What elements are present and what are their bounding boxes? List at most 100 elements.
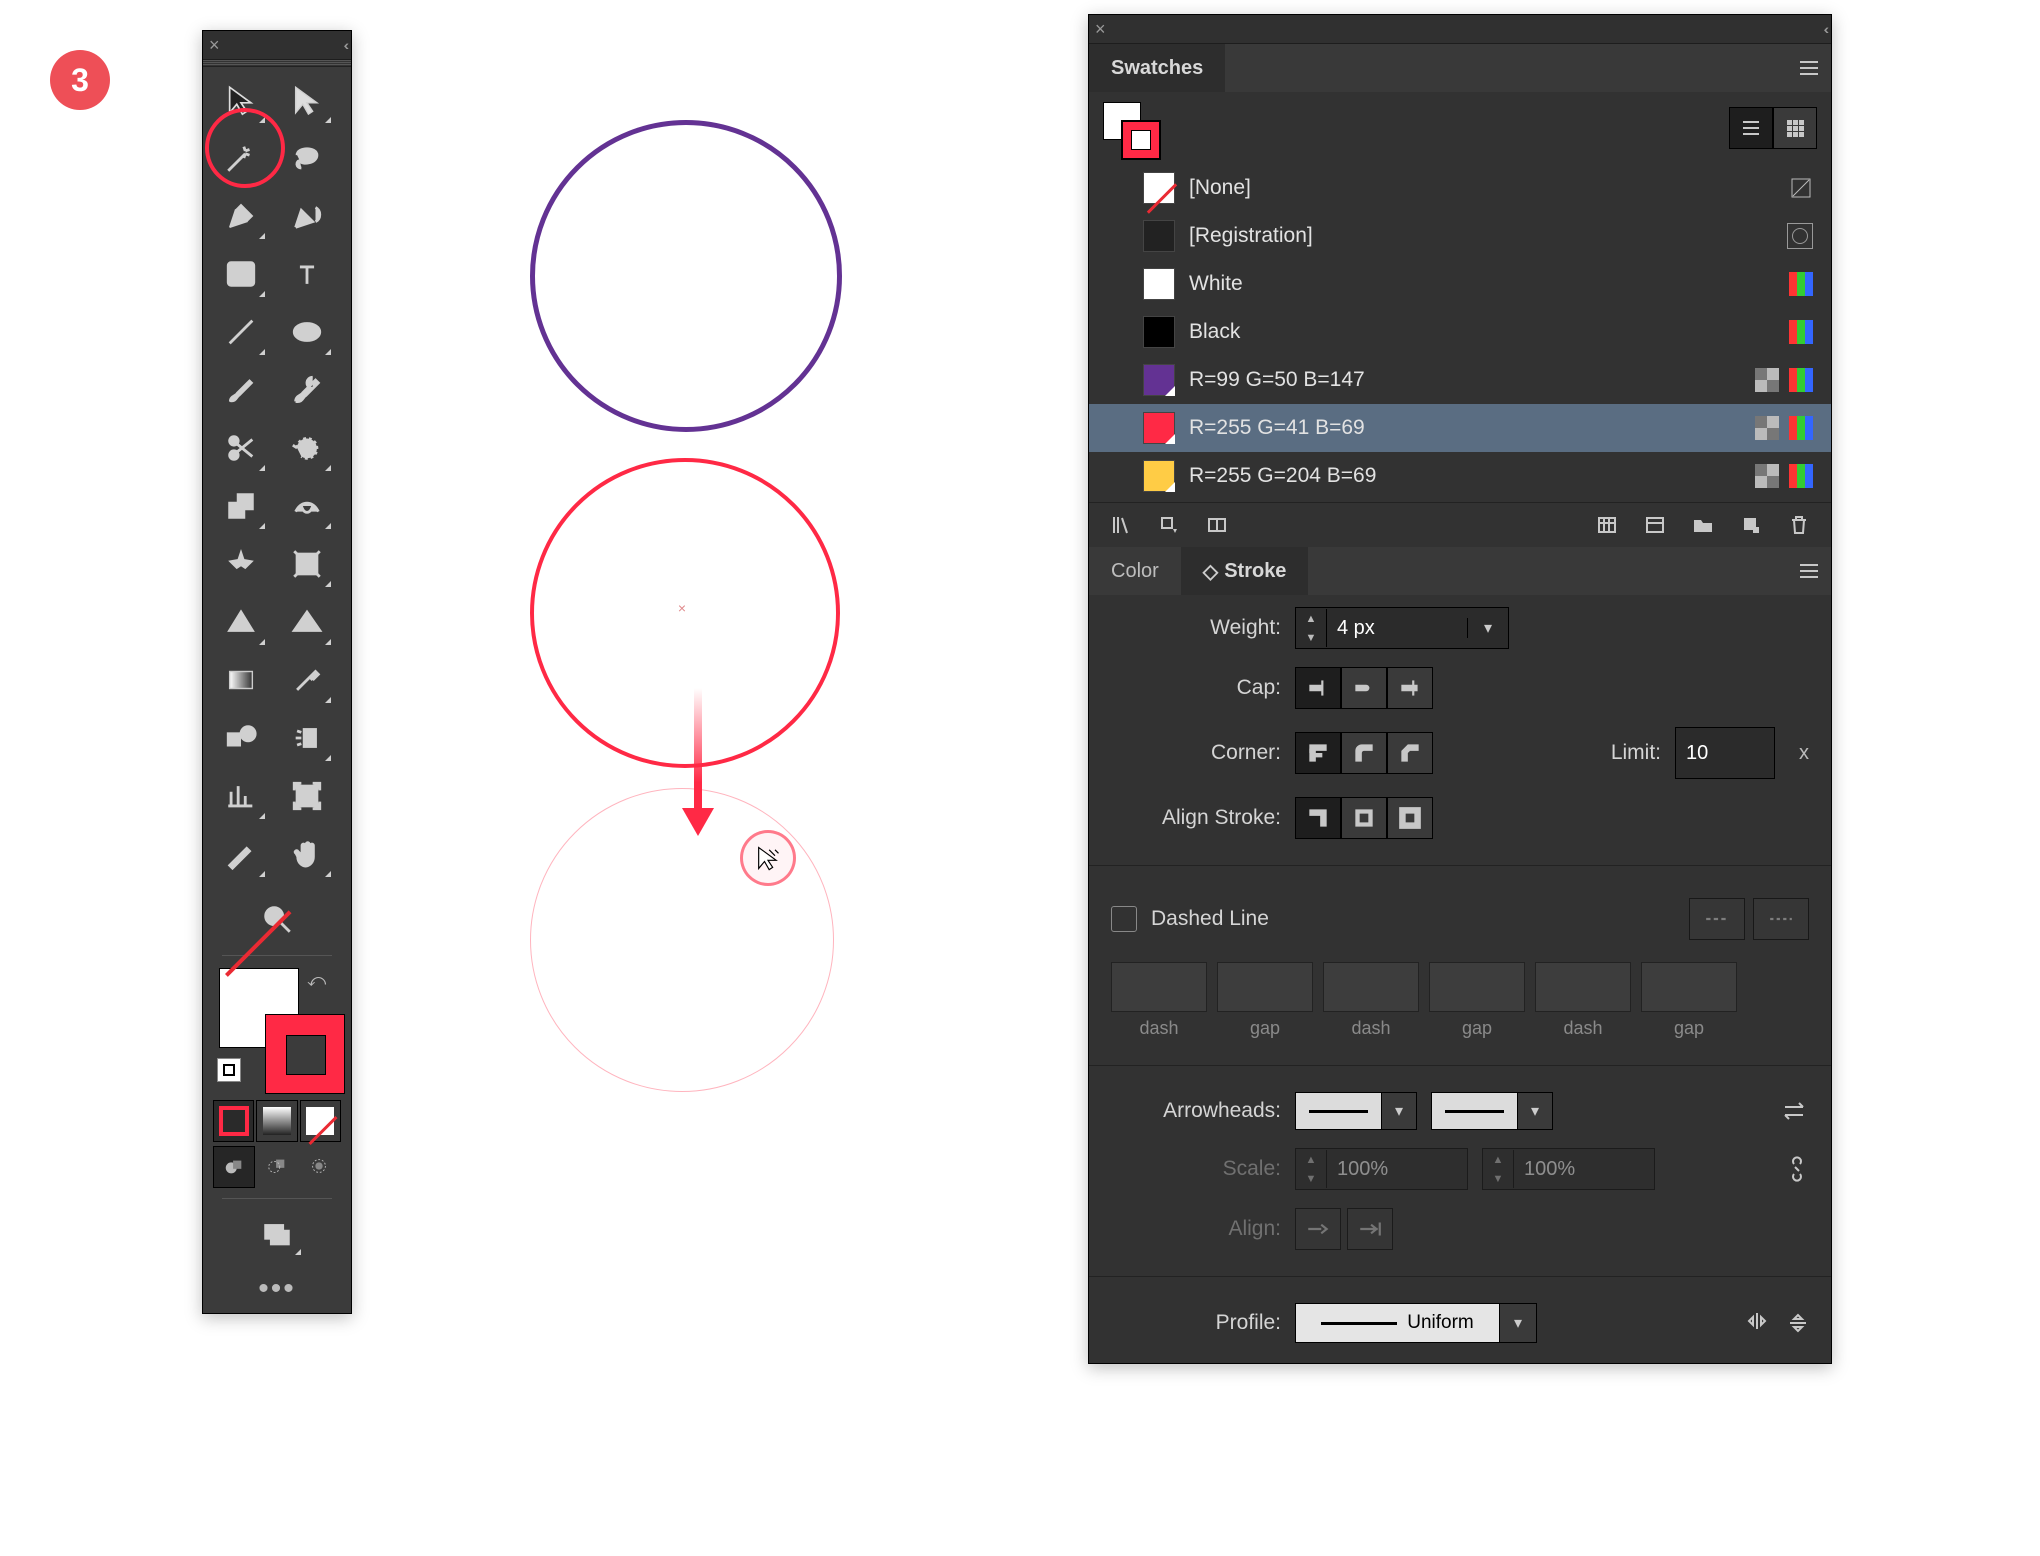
weight-stepper[interactable]: ▲▼ 4 px ▾: [1295, 607, 1509, 649]
symbol-sprayer-tool[interactable]: [277, 709, 337, 767]
corner-miter-button[interactable]: [1295, 732, 1341, 774]
dash-input[interactable]: [1323, 962, 1419, 1012]
collapse-icon[interactable]: ‹‹: [1824, 21, 1825, 37]
type-tool[interactable]: [211, 245, 271, 303]
folder-icon[interactable]: [1691, 513, 1715, 537]
swatch-options-icon[interactable]: [1205, 513, 1229, 537]
perspective-grid-tool[interactable]: [277, 593, 337, 651]
swatch-row-reg[interactable]: [Registration]: [1089, 212, 1831, 260]
shape-builder-tool[interactable]: [211, 593, 271, 651]
swatch-kind-menu-icon[interactable]: [1157, 513, 1181, 537]
default-fill-stroke-icon[interactable]: [217, 1058, 241, 1082]
curvature-tool[interactable]: [277, 187, 337, 245]
panel-menu-button[interactable]: [1787, 547, 1831, 595]
gradient-tool[interactable]: [211, 651, 271, 709]
slice-tool[interactable]: [211, 825, 271, 883]
swatch-row-red[interactable]: R=255 G=41 B=69: [1089, 404, 1831, 452]
tab-color[interactable]: Color: [1089, 547, 1181, 595]
edit-toolbar-button[interactable]: •••: [203, 1265, 351, 1313]
dash-input[interactable]: [1217, 962, 1313, 1012]
cap-projecting-button[interactable]: [1387, 667, 1433, 709]
swatch-libraries-icon[interactable]: [1109, 513, 1133, 537]
draw-behind-button[interactable]: [257, 1146, 297, 1186]
selection-tool[interactable]: [211, 71, 271, 129]
align-stroke-inside-button[interactable]: [1341, 797, 1387, 839]
swatch-row-white[interactable]: White: [1089, 260, 1831, 308]
cap-butt-button[interactable]: [1295, 667, 1341, 709]
scale-tool[interactable]: [211, 477, 271, 535]
new-color-group-icon[interactable]: [1595, 513, 1619, 537]
direct-selection-tool[interactable]: [277, 71, 337, 129]
grid-view-button[interactable]: [1773, 107, 1817, 149]
profile-combo[interactable]: Uniform ▾: [1295, 1303, 1537, 1343]
dashed-align-button[interactable]: [1753, 898, 1809, 940]
ellipse-tool[interactable]: [277, 303, 337, 361]
touch-type-tool[interactable]: [277, 245, 337, 303]
chevron-down-icon[interactable]: ▾: [1467, 618, 1508, 638]
dash-input[interactable]: [1535, 962, 1631, 1012]
close-icon[interactable]: ×: [1095, 19, 1106, 40]
width-tool[interactable]: [277, 477, 337, 535]
chevron-down-icon[interactable]: ▾: [1499, 1304, 1536, 1342]
blob-brush-tool[interactable]: [277, 361, 337, 419]
canvas-circle-0[interactable]: [530, 120, 842, 432]
arrowhead-end-combo[interactable]: ▾: [1431, 1092, 1553, 1130]
tab-swatches[interactable]: Swatches: [1089, 44, 1225, 92]
dash-input[interactable]: [1641, 962, 1737, 1012]
rotate-tool[interactable]: [277, 419, 337, 477]
pen-tool[interactable]: [211, 187, 271, 245]
swatches-fill-stroke[interactable]: [1103, 102, 1161, 154]
corner-round-button[interactable]: [1341, 732, 1387, 774]
hand-tool[interactable]: [277, 825, 337, 883]
apply-color-button[interactable]: [213, 1100, 254, 1142]
flip-across-icon[interactable]: [1787, 1310, 1809, 1336]
trash-icon[interactable]: [1787, 513, 1811, 537]
artboard-tool[interactable]: [277, 767, 337, 825]
panel-grip[interactable]: [203, 60, 351, 67]
line-tool[interactable]: [211, 303, 271, 361]
limit-input[interactable]: [1675, 727, 1775, 779]
close-icon[interactable]: ×: [209, 35, 220, 56]
zoom-tool[interactable]: [247, 891, 307, 947]
swatches-stroke-chip[interactable]: [1121, 120, 1161, 160]
swap-fill-stroke-icon[interactable]: ⤺: [307, 970, 326, 991]
dash-input[interactable]: [1111, 962, 1207, 1012]
apply-gradient-button[interactable]: [256, 1100, 297, 1142]
dashed-checkbox[interactable]: [1111, 906, 1137, 932]
arrowhead-start-combo[interactable]: ▾: [1295, 1092, 1417, 1130]
swatch-row-purple[interactable]: R=99 G=50 B=147: [1089, 356, 1831, 404]
apply-none-button[interactable]: [300, 1100, 341, 1142]
tab-stroke[interactable]: ◇Stroke: [1181, 547, 1309, 595]
align-stroke-center-button[interactable]: [1295, 797, 1341, 839]
align-stroke-outside-button[interactable]: [1387, 797, 1433, 839]
puppet-warp-tool[interactable]: [211, 535, 271, 593]
swatch-row-black[interactable]: Black: [1089, 308, 1831, 356]
stroke-swatch[interactable]: [265, 1014, 345, 1094]
lasso-tool[interactable]: [277, 129, 337, 187]
scissors-tool[interactable]: [211, 419, 271, 477]
new-swatch-icon[interactable]: [1739, 513, 1763, 537]
stepper-arrows[interactable]: ▲▼: [1296, 609, 1327, 647]
blend-tool[interactable]: [211, 709, 271, 767]
dashed-preserve-button[interactable]: [1689, 898, 1745, 940]
swatch-row-yellow[interactable]: R=255 G=204 B=69: [1089, 452, 1831, 500]
draw-inside-button[interactable]: [299, 1146, 339, 1186]
eyedropper-tool[interactable]: [277, 651, 337, 709]
swatch-row-none[interactable]: [None]: [1089, 164, 1831, 212]
paintbrush-tool[interactable]: [211, 361, 271, 419]
collapse-icon[interactable]: ‹‹: [344, 37, 345, 53]
weight-value[interactable]: 4 px: [1327, 617, 1467, 640]
fill-stroke-indicator[interactable]: ⤺: [203, 960, 351, 1094]
column-graph-tool[interactable]: [211, 767, 271, 825]
canvas-circle-1[interactable]: [530, 458, 840, 768]
free-transform-tool[interactable]: [277, 535, 337, 593]
dash-input[interactable]: [1429, 962, 1525, 1012]
cap-round-button[interactable]: [1341, 667, 1387, 709]
list-view-button[interactable]: [1729, 107, 1773, 149]
panel-menu-button[interactable]: [1787, 44, 1831, 92]
draw-normal-button[interactable]: [213, 1146, 255, 1188]
screen-mode-button[interactable]: [247, 1207, 307, 1261]
swap-arrowheads-icon[interactable]: [1781, 1100, 1809, 1122]
corner-bevel-button[interactable]: [1387, 732, 1433, 774]
flip-along-icon[interactable]: [1743, 1310, 1771, 1336]
